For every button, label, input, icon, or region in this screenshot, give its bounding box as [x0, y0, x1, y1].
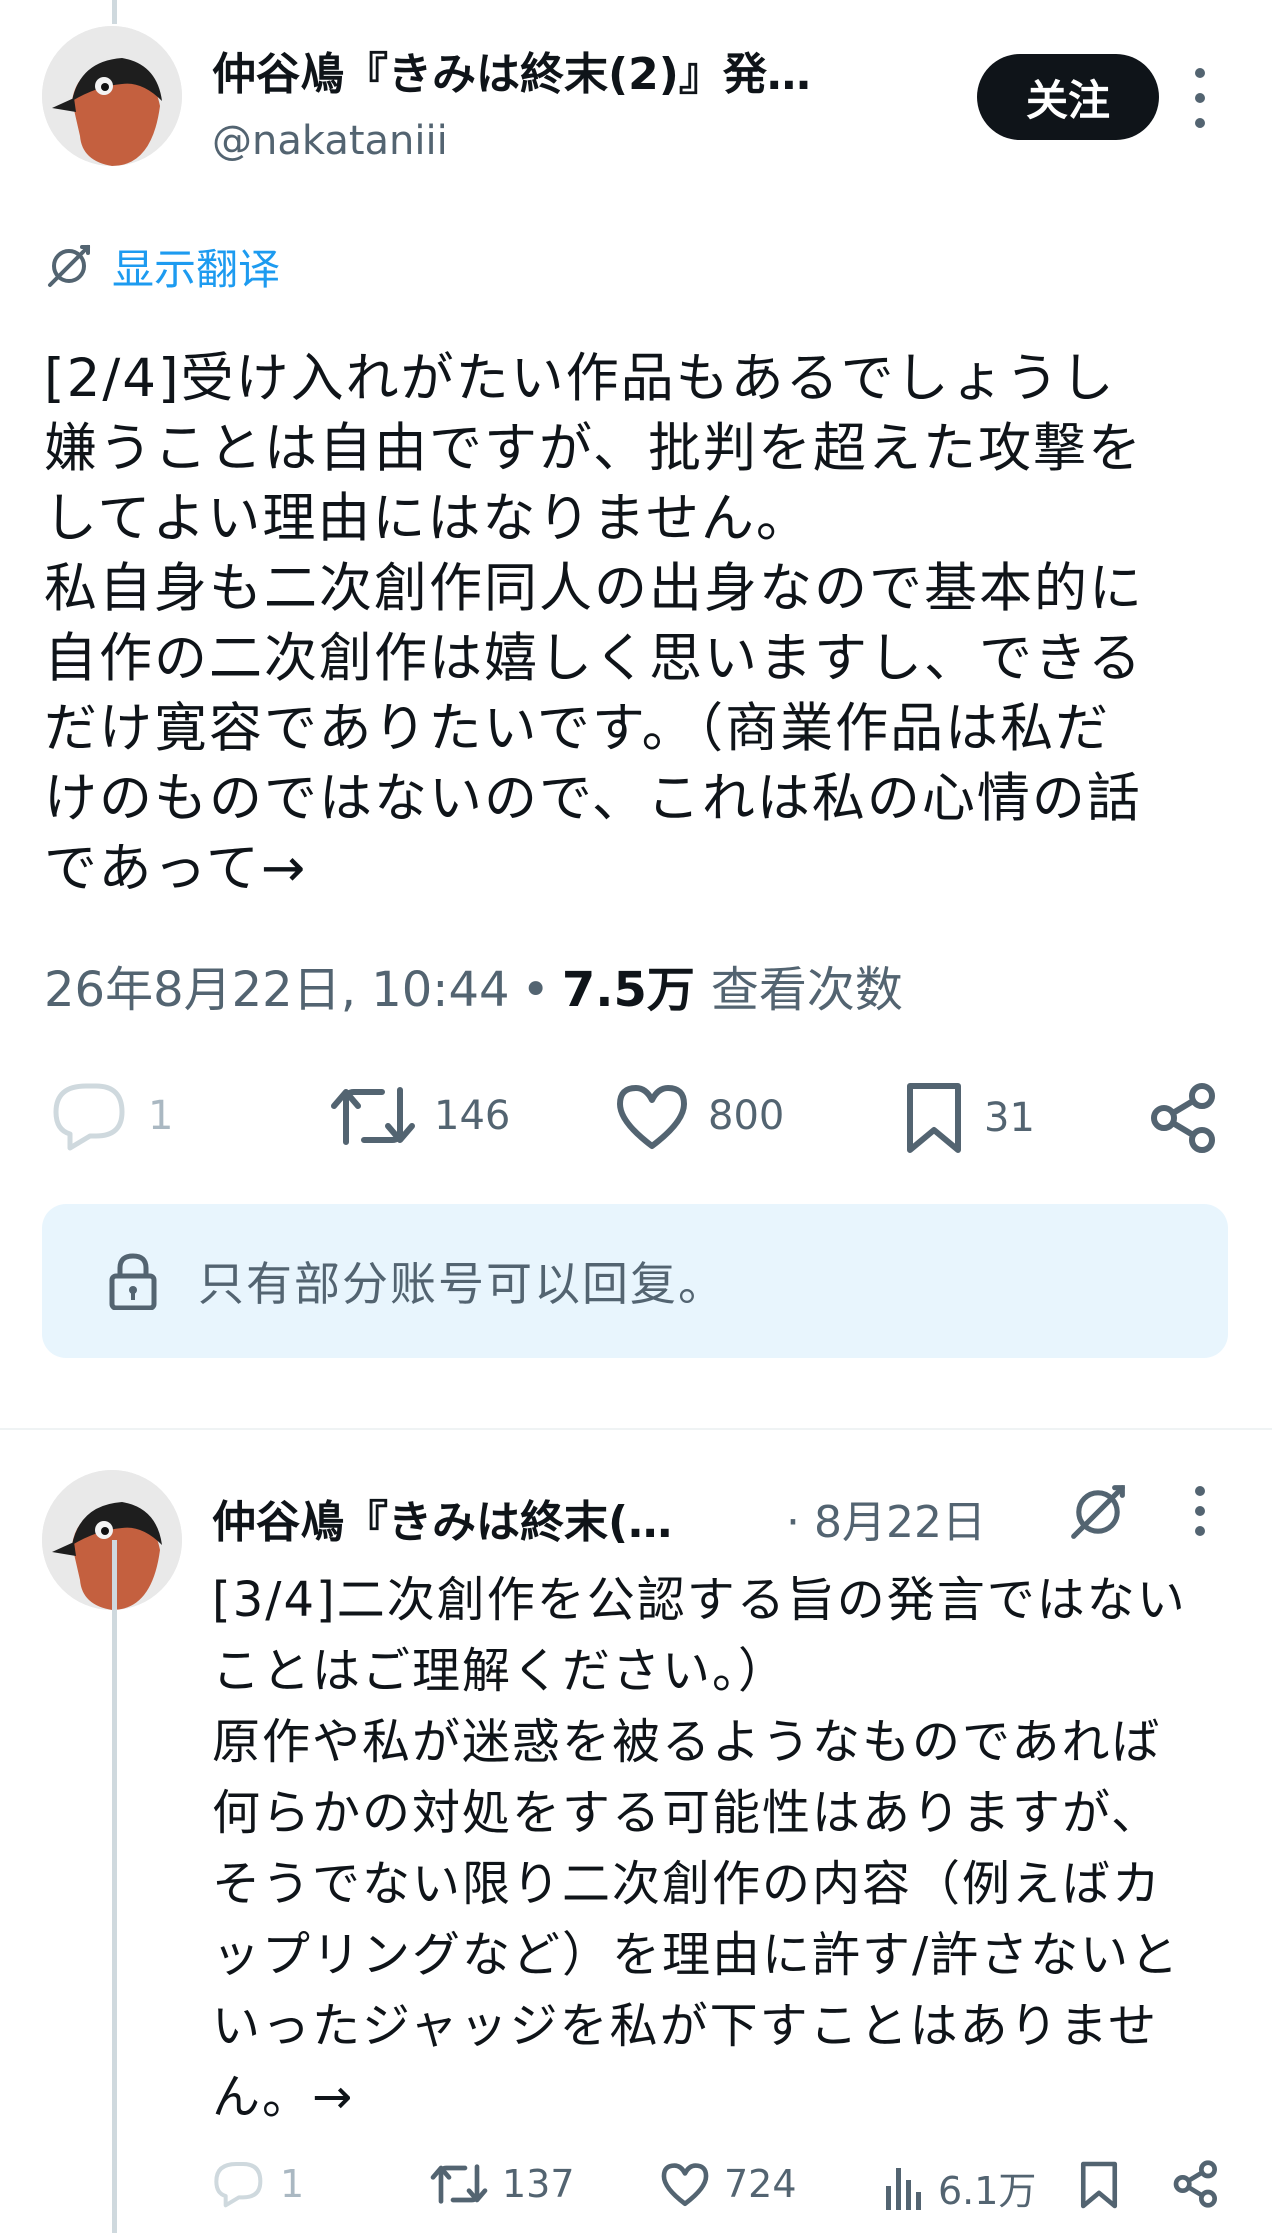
bookmark-button[interactable] [1078, 2160, 1120, 2210]
bookmark-icon [1080, 2161, 1118, 2209]
reply-button[interactable]: 1 [50, 1080, 173, 1152]
like-button[interactable]: 724 [660, 2160, 797, 2208]
thread-line-bottom [112, 1540, 117, 2233]
translate-globe-icon[interactable] [1066, 1480, 1130, 1544]
avatar[interactable] [42, 26, 182, 166]
tweet-meta: 26年8月22日, 10:44 • 7.5万 查看次数 [44, 950, 903, 1020]
retweet-icon [331, 1087, 415, 1145]
author-display-name[interactable]: 仲谷鳰『きみは終末(… [212, 1486, 752, 1550]
heart-icon [617, 1085, 687, 1149]
bookmark-count: 31 [984, 1095, 1035, 1141]
tweet-text: [2/4]受け入れがたい作品もあるでしょうし 嫌うことは自由ですが、批判を超えた… [44, 348, 1144, 899]
views-count: 6.1万 [938, 2169, 1037, 2213]
lock-icon [109, 1253, 157, 1310]
retweet-button[interactable]: 146 [330, 1080, 510, 1152]
heart-icon [661, 2163, 709, 2207]
reply-button[interactable]: 1 [212, 2160, 304, 2208]
like-count: 724 [724, 2162, 797, 2206]
reply-bubble-icon [214, 2162, 263, 2208]
author-display-name[interactable]: 仲谷鳰『きみは終末(2)』発… [212, 38, 912, 102]
reply-restriction-text: 只有部分账号可以回复。 [198, 1257, 726, 1311]
like-count: 800 [708, 1093, 785, 1139]
views-button[interactable]: 6.1万 [884, 2160, 1036, 2215]
divider [0, 1428, 1272, 1430]
translate-globe-icon [48, 245, 90, 287]
retweet-count: 137 [502, 2162, 575, 2206]
more-options-icon[interactable] [1190, 68, 1210, 128]
meta-separator: • [521, 962, 550, 1018]
reply-restriction-box: 只有部分账号可以回复。 [42, 1204, 1228, 1358]
views-count: 7.5万 [561, 962, 695, 1018]
retweet-button[interactable]: 137 [430, 2160, 575, 2208]
share-icon [1151, 1083, 1215, 1153]
retweet-count: 146 [434, 1093, 511, 1139]
retweet-icon [430, 2164, 488, 2204]
tweet-date[interactable]: · 8月22日 [786, 1486, 986, 1550]
reply-count: 1 [148, 1093, 174, 1139]
tweet-timestamp[interactable]: 26年8月22日, 10:44 [44, 950, 510, 1020]
bookmark-button[interactable]: 31 [902, 1080, 1035, 1156]
share-button[interactable] [1148, 1082, 1220, 1154]
thread-line-top [112, 0, 117, 24]
analytics-bars-icon [886, 2167, 921, 2210]
reply-bubble-icon [53, 1083, 125, 1151]
translate-link[interactable]: 显示翻译 [44, 236, 280, 296]
avatar-bird-icon [42, 26, 182, 166]
share-button[interactable] [1172, 2160, 1220, 2208]
tweet-text: [3/4]二次創作を公認する旨の発言ではない ことはご理解ください。） 原作や私… [212, 1572, 1187, 2125]
more-options-icon[interactable] [1190, 1486, 1210, 1536]
author-handle[interactable]: @nakataniii [212, 118, 448, 164]
like-button[interactable]: 800 [614, 1080, 784, 1152]
share-icon [1173, 2160, 1217, 2208]
follow-button[interactable]: 关注 [977, 54, 1159, 140]
bookmark-icon [907, 1083, 961, 1153]
views-label: 查看次数 [710, 962, 903, 1018]
reply-count: 1 [280, 2162, 305, 2206]
translate-label[interactable]: 显示翻译 [112, 236, 280, 297]
